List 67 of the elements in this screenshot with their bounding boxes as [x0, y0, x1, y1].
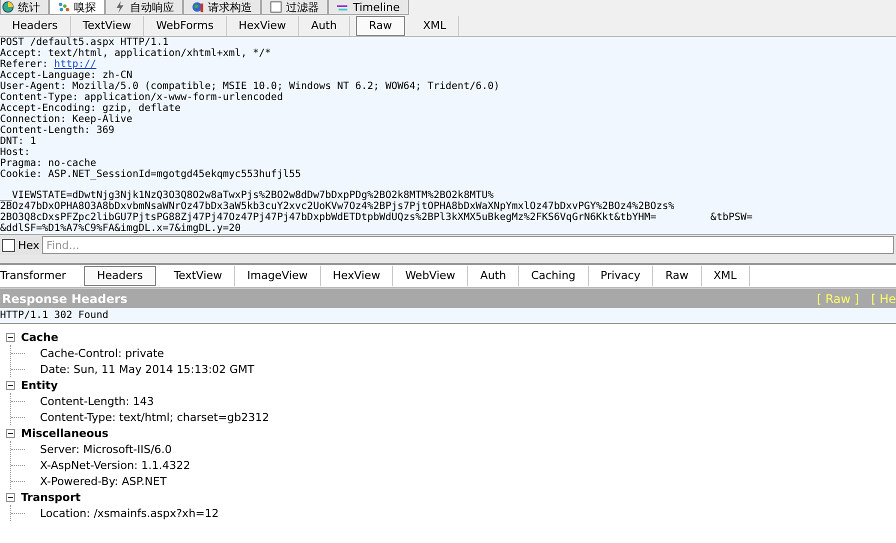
response-tab[interactable]: TextView: [162, 266, 236, 286]
tree-group-label[interactable]: Entity: [21, 378, 58, 392]
header-item: Location: /xsmainfs.aspx?xh=12: [40, 506, 219, 520]
top-tab[interactable]: 请求构造: [183, 0, 261, 15]
header-item: Content-Length: 143: [40, 394, 154, 408]
header-item: X-Powered-By: ASP.NET: [40, 474, 167, 488]
request-line: Content-Type: application/x-www-form-urlencoded: [0, 92, 284, 103]
header-item: Date: Sun, 11 May 2014 15:13:02 GMT: [40, 362, 254, 376]
request-line: 2BOz47bDxOPHA8O3A8bDxvbmNsaWNrOz47bDx3aW5kb3cuY2xvc2UoKVw7Oz4%2BPjs7PjtOPHA8bDxWaXNpYmxlOz47bDxvPGY%2BOz4%2BOzs%: [0, 201, 676, 212]
request-line: POST /default5.aspx HTTP/1.1: [0, 37, 170, 48]
find-field[interactable]: Find...: [42, 236, 894, 254]
request-tab[interactable]: WebForms: [144, 16, 227, 36]
response-tab[interactable]: WebView: [393, 266, 468, 286]
response-tab[interactable]: Headers: [84, 266, 156, 286]
request-tab[interactable]: HexView: [226, 16, 300, 36]
request-line: Accept-Language: zh-CN: [0, 70, 134, 81]
collapse-icon[interactable]: [6, 428, 15, 438]
request-tab[interactable]: Headers: [0, 16, 71, 36]
request-line: 2BO3Q8cDxsPFZpc2libGU7PjtsPG88Zj47Pj47Oz47Pj47Pj47bDxpbWdETDtpbWdUQzs%2BPl3kXMX5uBkegMz%2FKS6VqGrN6Kkt&tbYHM= &tbPSW=: [0, 212, 754, 223]
request-tab[interactable]: Raw: [356, 16, 405, 36]
response-tab[interactable]: Caching: [519, 266, 589, 286]
response-tab[interactable]: Auth: [468, 266, 520, 286]
collapse-icon[interactable]: [6, 380, 15, 390]
request-line: __VIEWSTATE=dDwtNjg3Njk1NzQ3O3Q8O2w8aTwxPjs%2BO2w8dDw7bDxpPDg%2BO2k8MTM%2BO2k8MTU%: [0, 190, 495, 201]
request-line: Accept: text/html, application/xhtml+xml, */*: [0, 48, 272, 59]
tree-group-label[interactable]: Cache: [21, 330, 58, 344]
panel-title: Response Headers: [1, 292, 128, 306]
request-line: Host:: [0, 147, 32, 158]
request-line: Content-Length: 369: [0, 125, 114, 136]
pie-chart-icon: [2, 1, 14, 13]
collapse-icon[interactable]: [6, 492, 15, 502]
request-line: Accept-Encoding: gzip, deflate: [0, 103, 182, 114]
request-line: &ddlSF=%D1%A7%C9%FA&imgDL.x=7&imgDL.y=20: [0, 223, 242, 234]
top-tab[interactable]: 过滤器: [261, 0, 328, 15]
top-tab[interactable]: 嗅探: [49, 0, 105, 15]
header-item: X-AspNet-Version: 1.1.4322: [40, 458, 190, 472]
checkbox-icon: [270, 1, 282, 13]
hex-checkbox[interactable]: [2, 238, 15, 252]
dots-icon: [58, 1, 70, 13]
top-tab[interactable]: 自动响应: [105, 0, 183, 15]
request-line: User-Agent: Mozilla/5.0 (compatible; MSIE 10.0; Windows NT 6.2; WOW64; Trident/6.0): [0, 81, 501, 92]
top-tab[interactable]: Timeline: [328, 0, 409, 15]
response-tab[interactable]: Raw: [653, 266, 702, 286]
response-tab[interactable]: ImageView: [235, 266, 321, 286]
request-tab[interactable]: Auth: [299, 16, 350, 36]
response-tab[interactable]: XML: [702, 266, 750, 286]
request-line: DNT: 1: [0, 136, 38, 147]
lightning-icon: [114, 1, 126, 13]
request-line: Cookie: ASP.NET_SessionId=mgotgd45ekqmyc553hufjl55: [0, 169, 302, 180]
tree-group-label[interactable]: Transport: [21, 490, 81, 504]
referer-link[interactable]: http://: [54, 59, 96, 70]
collapse-icon[interactable]: [6, 332, 15, 342]
top-tab[interactable]: 统计: [0, 0, 49, 15]
tree-group-label[interactable]: Miscellaneous: [21, 426, 108, 440]
request-line: Pragma: no-cache: [0, 158, 98, 169]
header-item: Content-Type: text/html; charset=gb2312: [40, 410, 270, 424]
request-line: Connection: Keep-Alive: [0, 114, 134, 125]
response-tab[interactable]: Privacy: [588, 266, 654, 286]
request-line: Referer:: [0, 59, 48, 70]
response-tab[interactable]: Transformer: [0, 266, 78, 286]
response-tab[interactable]: HexView: [320, 266, 394, 286]
header-item: Server: Microsoft-IIS/6.0: [40, 442, 172, 456]
request-tab[interactable]: TextView: [70, 16, 144, 36]
globe-icon: [192, 1, 204, 13]
request-tab[interactable]: XML: [410, 16, 460, 36]
hex-label: Hex: [18, 238, 40, 252]
header-item: Cache-Control: private: [40, 346, 164, 360]
